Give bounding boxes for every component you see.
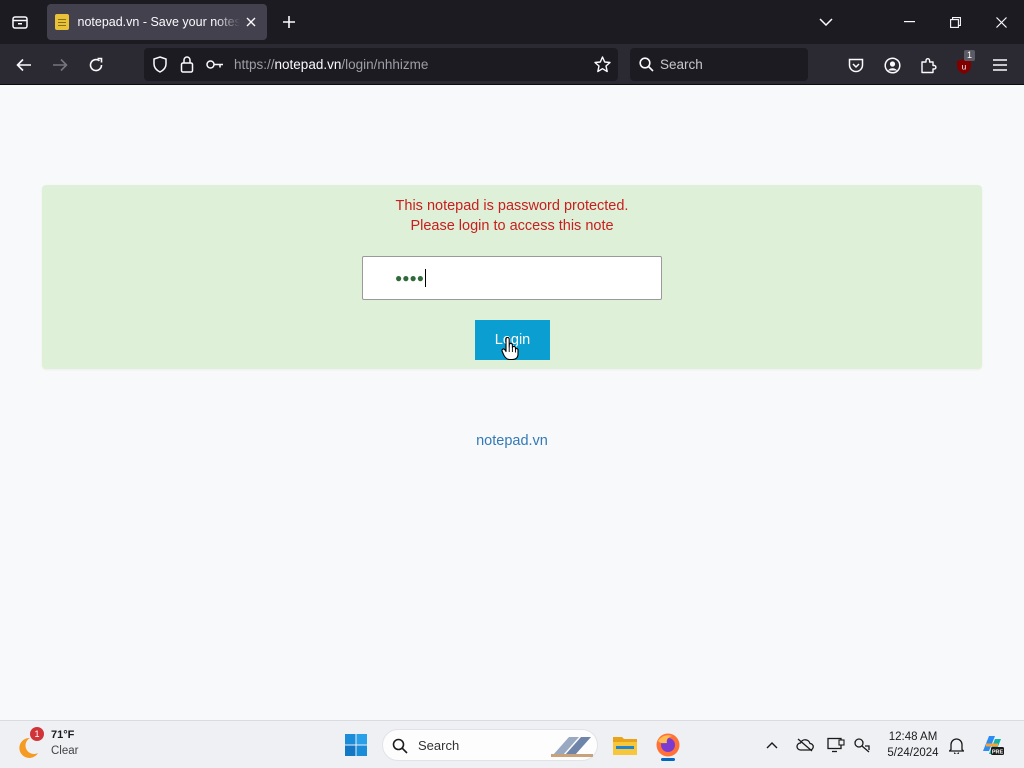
minimize-button[interactable]: [886, 0, 932, 44]
close-icon: [995, 16, 1007, 28]
url-host: notepad.vn: [274, 57, 342, 72]
login-instruction: Please login to access this note: [410, 218, 614, 234]
tab-strip: notepad.vn - Save your notes, share your…: [0, 0, 1024, 44]
file-explorer-button[interactable]: [609, 729, 641, 761]
back-button[interactable]: [9, 50, 39, 80]
taskbar-search-placeholder: Search: [418, 738, 460, 753]
minimize-icon: [903, 21, 915, 23]
clock-date: 5/24/2024: [887, 747, 939, 759]
weather-widget[interactable]: 1 71°F Clear: [16, 727, 106, 763]
password-masked-value: ●●●●: [395, 271, 424, 285]
firefox-taskbar-button[interactable]: [652, 729, 684, 761]
tab-title: notepad.vn - Save your notes, share your…: [77, 15, 240, 29]
weather-temperature: 71°F: [51, 729, 75, 741]
navigation-toolbar: https://notepad.vn/login/nhhizme Search …: [0, 44, 1024, 85]
address-bar[interactable]: https://notepad.vn/login/nhhizme: [144, 48, 618, 81]
search-highlight-illustration-icon: [551, 737, 593, 757]
active-tab[interactable]: notepad.vn - Save your notes, share your…: [47, 4, 267, 40]
plus-icon: [283, 16, 295, 28]
clock-time: 12:48 AM: [888, 731, 938, 743]
firefox-icon: [656, 733, 680, 757]
weather-alert-badge: 1: [30, 727, 44, 741]
copilot-icon: PRE: [983, 736, 1004, 756]
extension-badge: 1: [964, 50, 976, 61]
chevron-down-icon: [819, 18, 833, 26]
reload-icon: [89, 57, 103, 72]
cloud-offline-icon: [796, 738, 814, 752]
search-icon: [392, 738, 408, 754]
taskbar-clock[interactable]: 12:48 AM 5/24/2024: [880, 729, 946, 761]
weather-condition: Clear: [51, 745, 79, 757]
hamburger-menu-icon: [993, 59, 1007, 71]
close-window-button[interactable]: [978, 0, 1024, 44]
url-scheme: https://: [234, 57, 275, 72]
url-text[interactable]: https://notepad.vn/login/nhhizme: [234, 57, 428, 72]
svg-text:PRE: PRE: [992, 750, 1004, 756]
bell-icon: [948, 737, 964, 754]
text-caret: [425, 269, 426, 287]
footer-home-link[interactable]: notepad.vn: [0, 433, 1024, 449]
close-tab-icon[interactable]: [244, 14, 259, 30]
key-icon[interactable]: [206, 59, 224, 70]
notifications-button[interactable]: [942, 729, 970, 761]
shield-icon[interactable]: [152, 56, 168, 73]
network-icon: [854, 738, 870, 753]
extensions-button[interactable]: [913, 50, 943, 80]
show-hidden-icons-button[interactable]: [756, 729, 788, 761]
restore-icon: [949, 16, 961, 28]
pocket-icon: [848, 58, 864, 72]
hand-pointer-cursor-icon: [501, 337, 519, 361]
reload-button[interactable]: [81, 50, 111, 80]
tab-list-button[interactable]: [0, 0, 40, 44]
taskbar-search[interactable]: Search: [382, 729, 598, 761]
app-menu-button[interactable]: [985, 50, 1015, 80]
tab-list-icon: [12, 16, 28, 29]
page-content: This notepad is password protected. Plea…: [0, 85, 1024, 720]
ublock-extension-button[interactable]: u 1: [949, 50, 979, 80]
new-tab-button[interactable]: [278, 11, 300, 33]
back-arrow-icon: [16, 58, 31, 72]
list-all-tabs-button[interactable]: [803, 0, 849, 44]
windows-logo-icon: [345, 734, 367, 756]
password-field[interactable]: ●●●●: [362, 256, 662, 300]
search-bar[interactable]: Search: [630, 48, 808, 81]
notepad-favicon-icon: [55, 14, 69, 30]
forward-arrow-icon: [53, 58, 68, 72]
chevron-up-icon: [766, 742, 778, 749]
account-button[interactable]: [877, 50, 907, 80]
forward-button[interactable]: [45, 50, 75, 80]
taskbar: 1 71°F Clear Search 12:48 AM 5/24/2024 P…: [0, 720, 1024, 768]
puzzle-icon: [920, 57, 937, 73]
url-path: /login/nhhizme: [341, 57, 429, 72]
network-volume-tray-button[interactable]: [847, 729, 877, 761]
folder-icon: [613, 737, 637, 755]
account-icon: [883, 56, 901, 74]
copilot-button[interactable]: PRE: [976, 729, 1008, 761]
onedrive-tray-button[interactable]: [789, 729, 821, 761]
lock-icon[interactable]: [180, 55, 194, 73]
start-button[interactable]: [340, 729, 372, 761]
login-panel: This notepad is password protected. Plea…: [42, 185, 982, 369]
monitor-icon: [827, 737, 845, 753]
active-app-indicator: [661, 758, 675, 761]
search-icon: [639, 57, 654, 72]
search-placeholder: Search: [660, 57, 703, 72]
svg-text:u: u: [962, 63, 966, 72]
restore-button[interactable]: [932, 0, 978, 44]
bookmark-star-icon[interactable]: [594, 56, 611, 73]
protected-message: This notepad is password protected.: [395, 198, 629, 214]
pocket-button[interactable]: [841, 50, 871, 80]
